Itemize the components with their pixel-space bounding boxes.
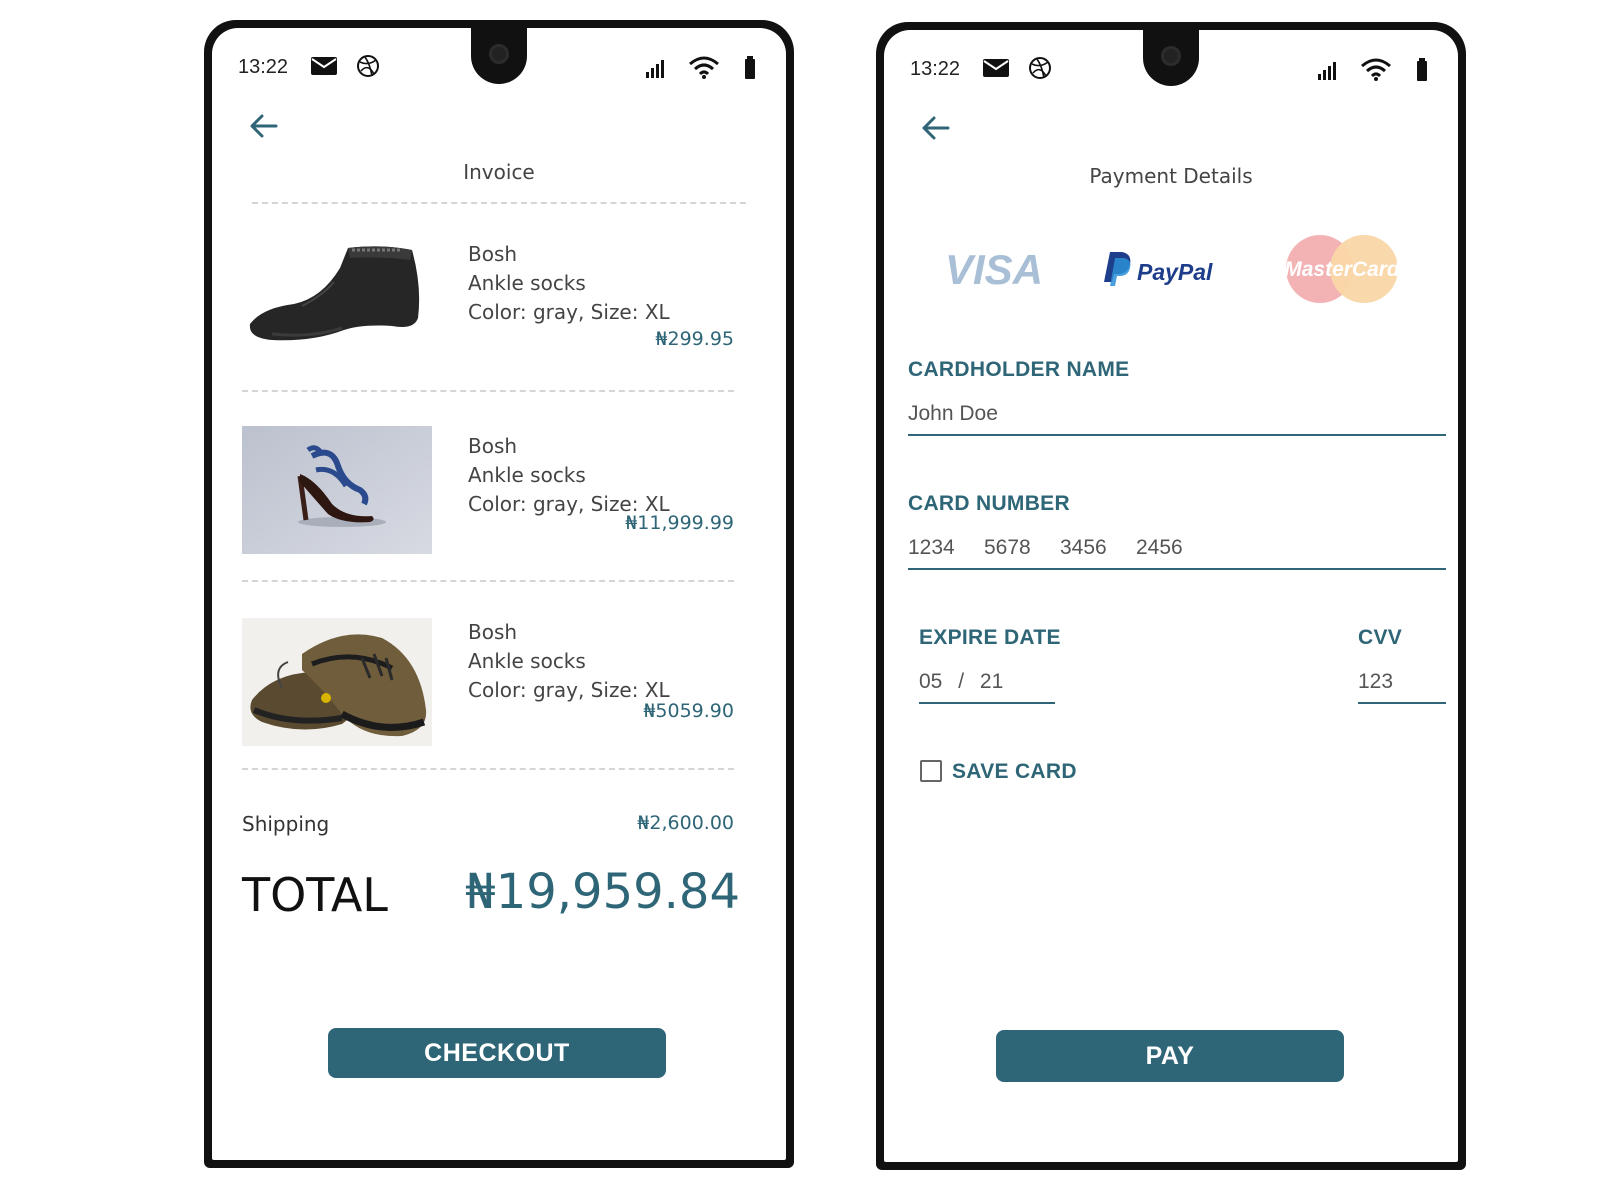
sock-image	[242, 226, 432, 354]
invoice-phone: 13:22 Invoice Bosh Ankle socks Color: gr…	[204, 20, 794, 1168]
item-brand: Bosh	[468, 620, 518, 644]
back-arrow-icon[interactable]	[246, 108, 282, 144]
cardholder-name-label: CARDHOLDER NAME	[908, 358, 1130, 381]
mail-icon	[983, 59, 1009, 77]
back-arrow-icon[interactable]	[918, 110, 954, 146]
dribbble-icon	[357, 55, 379, 77]
sneakers-image	[242, 618, 432, 746]
payment-phone: 13:22 Payment Details VISA PayPal Master…	[876, 22, 1466, 1170]
status-bar: 13:22	[238, 54, 760, 82]
pay-button[interactable]: PAY	[996, 1030, 1344, 1082]
card-number-group: 3456	[1060, 536, 1107, 559]
paypal-logo-text: PayPal	[1137, 259, 1213, 285]
expire-separator: /	[958, 670, 965, 693]
card-number-field[interactable]: 1234 5678 3456 2456	[908, 536, 1446, 570]
checkout-button[interactable]: CHECKOUT	[328, 1028, 666, 1078]
item-attributes: Color: gray, Size: XL	[468, 300, 670, 324]
item-price: ₦11,999.99	[625, 512, 734, 534]
status-right-icons	[640, 54, 760, 82]
visa-logo-text: VISA	[945, 246, 1043, 293]
divider	[242, 390, 734, 392]
mail-icon	[311, 57, 337, 75]
divider	[242, 768, 734, 770]
item-name: Ankle socks	[468, 463, 586, 487]
item-name: Ankle socks	[468, 271, 586, 295]
signal-icon	[1318, 62, 1336, 80]
cardholder-name-field[interactable]: John Doe	[908, 402, 1446, 436]
paypal-logo[interactable]: PayPal	[1100, 246, 1224, 290]
item-brand: Bosh	[468, 434, 518, 458]
invoice-screen: 13:22 Invoice Bosh Ankle socks Color: gr…	[212, 28, 786, 1160]
shipping-label: Shipping	[242, 812, 330, 836]
card-number-group: 2456	[1136, 536, 1183, 559]
save-card-label[interactable]: SAVE CARD	[952, 760, 1077, 784]
visa-logo[interactable]: VISA	[934, 238, 1054, 298]
expire-date-field[interactable]: 05 / 21	[919, 670, 1055, 704]
wifi-icon	[1361, 58, 1391, 81]
page-title: Invoice	[463, 160, 535, 184]
item-details: Bosh Ankle socks Color: gray, Size: XL	[468, 618, 670, 705]
cvv-label: CVV	[1358, 626, 1403, 649]
card-number-group: 1234	[908, 536, 955, 559]
expire-date-label: EXPIRE DATE	[919, 626, 1061, 649]
total-label: TOTAL	[242, 868, 388, 922]
battery-icon	[745, 56, 755, 79]
divider	[242, 580, 734, 582]
save-card-checkbox[interactable]	[920, 760, 942, 782]
card-number-group: 5678	[984, 536, 1031, 559]
expire-month: 05	[919, 670, 943, 693]
shipping-value: ₦2,600.00	[637, 812, 734, 834]
item-brand: Bosh	[468, 242, 518, 266]
battery-icon	[1417, 58, 1427, 81]
page-title: Payment Details	[1089, 164, 1253, 188]
status-time: 13:22	[238, 56, 289, 78]
dribbble-icon	[1029, 57, 1051, 79]
item-price: ₦5059.90	[643, 700, 734, 722]
payment-screen: 13:22 Payment Details VISA PayPal Master…	[884, 30, 1458, 1162]
item-name: Ankle socks	[468, 649, 586, 673]
item-details: Bosh Ankle socks Color: gray, Size: XL	[468, 240, 670, 327]
signal-icon	[646, 60, 664, 78]
mastercard-logo-text: MasterCard	[1284, 258, 1400, 281]
item-price: ₦299.95	[655, 328, 734, 350]
card-number-label: CARD NUMBER	[908, 492, 1070, 515]
expire-year: 21	[979, 670, 1004, 693]
high-heel-image	[242, 426, 432, 554]
item-attributes: Color: gray, Size: XL	[468, 678, 670, 702]
status-right-icons	[1312, 56, 1432, 84]
mastercard-logo[interactable]: MasterCard	[1284, 234, 1401, 304]
wifi-icon	[689, 56, 719, 79]
status-bar: 13:22	[910, 56, 1432, 84]
divider	[252, 202, 746, 204]
cvv-field[interactable]: 123	[1358, 670, 1446, 704]
total-value: ₦19,959.84	[465, 864, 740, 920]
item-details: Bosh Ankle socks Color: gray, Size: XL	[468, 432, 670, 519]
status-time: 13:22	[910, 58, 961, 80]
